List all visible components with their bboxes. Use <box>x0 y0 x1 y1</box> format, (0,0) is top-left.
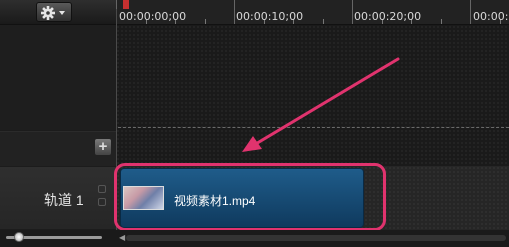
gear-menu-button[interactable] <box>36 2 72 22</box>
track-header-empty-area <box>0 25 116 130</box>
timecode-label: 00:00:10;00 <box>236 10 304 23</box>
caret-down-icon <box>59 11 65 15</box>
lock-icon[interactable] <box>98 185 106 193</box>
timecode-label: 00:00:20;00 <box>354 10 422 23</box>
zoom-slider-thumb[interactable] <box>14 232 24 242</box>
scrollbar-thumb[interactable] <box>126 235 506 241</box>
track-drop-divider <box>118 127 509 128</box>
gear-icon <box>41 6 65 20</box>
add-track-button[interactable]: + <box>94 138 112 156</box>
track-label[interactable]: 轨道 1 <box>44 190 84 210</box>
playhead-handle[interactable] <box>123 0 129 9</box>
scroll-left-icon[interactable]: ◀ <box>119 233 125 242</box>
visibility-icon[interactable] <box>98 198 106 206</box>
time-ruler[interactable]: 00:00:00;00 00:00:10;00 00:00:20;00 00:0… <box>116 0 509 25</box>
highlight-outline <box>114 163 386 231</box>
timecode-label: 00:00:3 <box>473 10 509 23</box>
timecode-label: 00:00:00;00 <box>119 10 187 23</box>
